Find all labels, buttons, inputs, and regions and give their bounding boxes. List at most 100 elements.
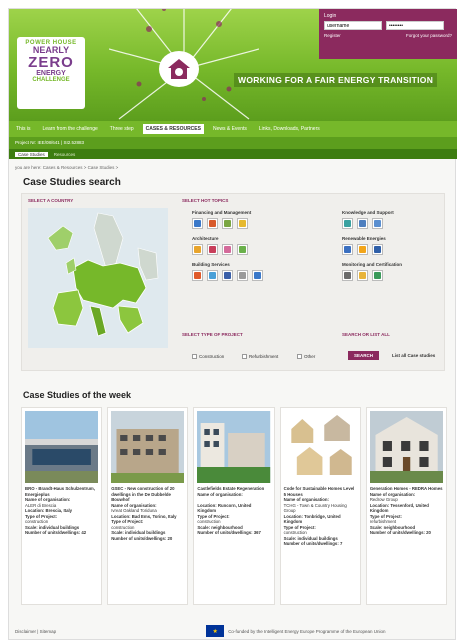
meter-icon[interactable] xyxy=(342,270,353,281)
house-plug-icon xyxy=(159,51,199,87)
chart-icon[interactable] xyxy=(222,218,233,229)
category-architecture: Architecture xyxy=(192,236,219,241)
card-org: ALER di Brescia xyxy=(25,502,57,508)
register-link[interactable]: Register xyxy=(324,33,341,38)
light-icon[interactable] xyxy=(252,270,263,281)
checkbox-label: Construction xyxy=(199,354,225,359)
breadcrumb: you are here: Cases & Resources > Case S… xyxy=(15,165,119,170)
card-type: construction xyxy=(111,524,135,530)
checkbox-construction[interactable]: Construction xyxy=(192,354,224,359)
list-all-link[interactable]: List all Case studies xyxy=(392,353,435,358)
login-label: Login xyxy=(324,13,337,19)
case-studies-search-panel: SELECT A COUNTRY SELECT HOT TOPICS Finan… xyxy=(21,193,445,371)
tagline: WORKING FOR A FAIR ENERGY TRANSITION xyxy=(234,73,438,87)
logo-line: CHALLENGE xyxy=(32,77,70,83)
case-study-image xyxy=(25,411,99,483)
card-title[interactable]: GSEC - New construction of 20 dwellings … xyxy=(111,486,184,503)
solar-panel-icon[interactable] xyxy=(342,244,353,255)
subnav-case-studies[interactable]: Case Studies xyxy=(15,151,48,157)
nav-item-links[interactable]: Links, Downloads, Partners xyxy=(256,124,323,134)
case-study-image xyxy=(197,411,271,483)
card-org: Redrow Group xyxy=(369,497,398,502)
project-number: Project Nr: IEE/08/641 | SI2.52883 xyxy=(9,137,457,149)
checkbox-refurbishment[interactable]: Refurbishment xyxy=(242,354,278,359)
window-icon[interactable] xyxy=(192,244,203,255)
case-study-card[interactable]: GSEC - New construction of 20 dwellings … xyxy=(107,407,189,605)
section-title-week: Case Studies of the week xyxy=(23,390,132,400)
eu-funding-text: Co-funded by the Intelligent Energy Euro… xyxy=(228,628,386,634)
insulation-icon[interactable] xyxy=(222,244,233,255)
nav-item-learn[interactable]: Learn from the challenge xyxy=(39,124,100,134)
card-org: TCHG - Town & Country Housing Group xyxy=(283,502,347,514)
gauge-icon[interactable] xyxy=(372,270,383,281)
card-location: Location: Tessenford, United Kingdom xyxy=(369,502,429,514)
nav-item-news-events[interactable]: News & Events xyxy=(210,124,250,134)
card-title[interactable]: Generation Homes - REDRA Homes xyxy=(370,486,443,492)
case-study-card[interactable]: Castlefields Estate Regeneration Name of … xyxy=(193,407,275,605)
snowflake-icon[interactable] xyxy=(207,270,218,281)
case-study-image xyxy=(283,411,357,483)
eu-flag-icon: ★ xyxy=(206,625,225,637)
password-input[interactable] xyxy=(386,21,444,30)
case-study-image xyxy=(369,411,444,483)
forgot-password-link[interactable]: Forgot your password? xyxy=(406,33,452,38)
hand-icon[interactable] xyxy=(237,218,248,229)
card-type: construction xyxy=(25,519,49,524)
search-button[interactable]: SEARCH xyxy=(348,351,380,360)
category-financing: Financing and Management xyxy=(192,210,252,215)
logo-line: ZERO xyxy=(28,54,74,71)
architecture-topic-icons xyxy=(192,244,248,255)
card-title[interactable]: Castlefields Estate Regeneration xyxy=(197,486,270,492)
europe-map[interactable] xyxy=(28,208,168,348)
hot-topics-title: SELECT HOT TOPICS xyxy=(182,198,229,203)
pipe-icon[interactable] xyxy=(222,270,233,281)
case-study-card[interactable]: Generation Homes - REDRA Homes Name of or… xyxy=(365,407,448,605)
subnav-resources[interactable]: Resources xyxy=(54,152,76,157)
roof-icon[interactable] xyxy=(237,244,248,255)
heating-icon[interactable] xyxy=(192,270,203,281)
checkbox-label: Refurbishment xyxy=(249,354,279,359)
nav-item-cases-resources[interactable]: CASES & RESOURCES xyxy=(142,124,204,134)
nav-item-three-step[interactable]: Three step xyxy=(107,124,137,134)
building-services-topic-icons xyxy=(192,270,263,281)
people-icon[interactable] xyxy=(342,218,353,229)
category-renewable: Renewable Energies xyxy=(342,236,386,241)
wind-icon[interactable] xyxy=(372,244,383,255)
footer: Disclaimer | Sitemap ★ Co-funded by the … xyxy=(9,621,457,641)
case-study-card[interactable]: Code for Sustainable Homes Level 5 House… xyxy=(279,407,361,605)
wall-icon[interactable] xyxy=(207,244,218,255)
monitor-icon[interactable] xyxy=(372,218,383,229)
card-label: Name of organisation: xyxy=(197,491,243,497)
checkbox-label: Other xyxy=(304,354,316,359)
category-building-services: Building Services xyxy=(192,262,230,267)
checkbox-other[interactable]: Other xyxy=(297,354,315,359)
certificate-icon[interactable] xyxy=(357,270,368,281)
nav-item-this-is[interactable]: This is xyxy=(13,124,33,134)
card-org: Ivreat Oakland Toriduna xyxy=(111,508,157,513)
case-study-card[interactable]: BRO - Brandt-Haus Schulzentrum, Energiep… xyxy=(21,407,103,605)
card-units: Number of units/dwellings: 20 xyxy=(369,530,431,535)
tools-icon[interactable] xyxy=(207,218,218,229)
card-title[interactable]: BRO - Brandt-Haus Schulzentrum, Energiep… xyxy=(25,486,98,497)
logo-line: ENERGY xyxy=(36,70,66,77)
username-input[interactable] xyxy=(324,21,382,30)
card-location: Location: Runcorn, United Kingdom xyxy=(197,502,252,514)
page-title: Case Studies search xyxy=(23,177,121,188)
sub-nav: Case Studies Resources xyxy=(9,149,457,159)
sun-icon[interactable] xyxy=(357,244,368,255)
eu-funding: ★ Co-funded by the Intelligent Energy Eu… xyxy=(206,625,386,637)
card-units: Number of units/dwellings: 7 xyxy=(283,541,343,546)
knowledge-topic-icons xyxy=(342,218,383,229)
category-monitoring: Monitoring and Certification xyxy=(342,262,402,267)
power-house-logo[interactable]: POWER HOUSE NEARLY ZERO ENERGY CHALLENGE xyxy=(17,37,85,109)
euro-icon[interactable] xyxy=(192,218,203,229)
card-title[interactable]: Code for Sustainable Homes Level 5 House… xyxy=(284,486,357,497)
ventilation-icon[interactable] xyxy=(237,270,248,281)
footer-links[interactable]: Disclaimer | Sitemap xyxy=(15,629,56,634)
card-units: Number of units/dwellings: 367 xyxy=(197,530,261,535)
book-icon[interactable] xyxy=(357,218,368,229)
card-type: construction xyxy=(197,519,221,524)
header-banner: POWER HOUSE NEARLY ZERO ENERGY CHALLENGE… xyxy=(9,9,457,121)
renewable-topic-icons xyxy=(342,244,383,255)
card-units: Number of units/dwellings: 42 xyxy=(25,530,87,535)
